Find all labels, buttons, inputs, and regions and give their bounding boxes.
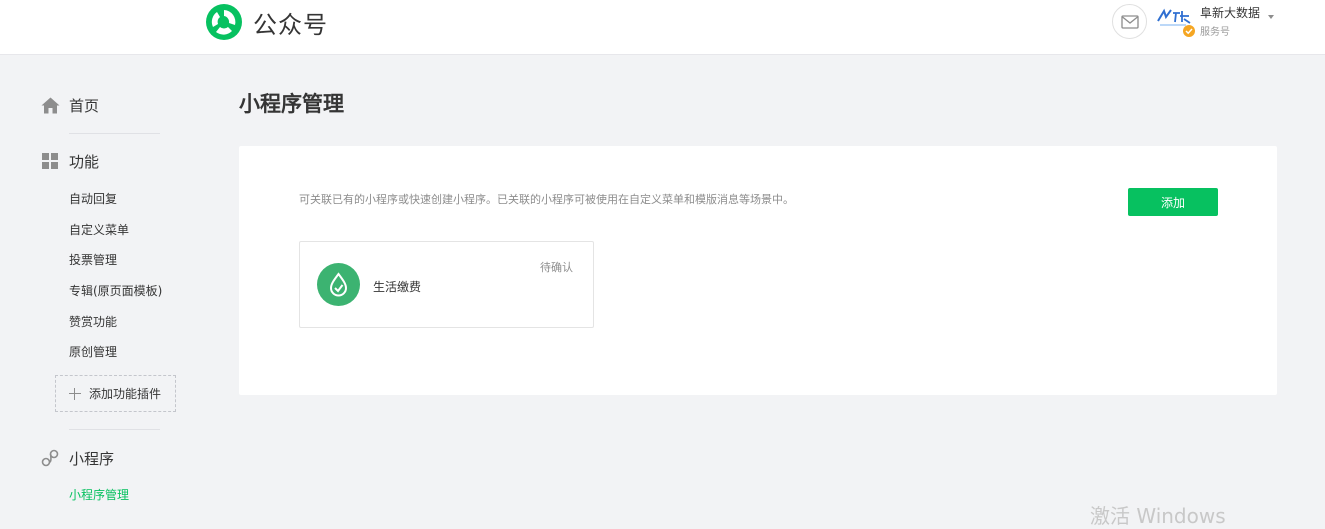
sidebar-item-home[interactable]: 首页 — [40, 94, 99, 116]
plus-icon — [69, 387, 81, 400]
product-name: 公众号 — [253, 10, 328, 39]
account-type: 服务号 — [1200, 27, 1230, 38]
grid-icon — [40, 151, 60, 171]
sidebar-divider — [69, 429, 160, 430]
account-menu[interactable]: 阜新大数据 服务号 — [1156, 3, 1286, 43]
mini-program-icon — [317, 263, 360, 306]
sidebar-divider — [69, 133, 160, 134]
add-plugin-button[interactable]: 添加功能插件 — [55, 375, 176, 412]
sidebar-section-label: 功能 — [69, 152, 100, 171]
verified-badge-icon — [1183, 25, 1195, 37]
account-name: 阜新大数据 — [1200, 6, 1261, 20]
link-icon — [40, 448, 60, 468]
windows-activation-watermark: 激活 Windows — [1090, 504, 1226, 528]
sidebar-section-label: 小程序 — [69, 449, 115, 468]
caret-down-icon — [1268, 15, 1274, 19]
sidebar-item-auto-reply[interactable]: 自动回复 — [69, 190, 117, 207]
sidebar-item-custom-menu[interactable]: 自定义菜单 — [69, 221, 129, 238]
sidebar-item-label: 首页 — [69, 96, 100, 115]
sidebar-item-album[interactable]: 专辑(原页面模板) — [69, 282, 162, 299]
home-icon — [40, 95, 60, 115]
message-button[interactable] — [1112, 4, 1147, 39]
wechat-logo-icon — [206, 4, 242, 40]
add-plugin-label: 添加功能插件 — [89, 387, 162, 401]
mail-icon — [1120, 14, 1139, 29]
panel-description: 可关联已有的小程序或快速创建小程序。已关联的小程序可被使用在自定义菜单和模版消息… — [299, 193, 794, 206]
sidebar-section-mini-program[interactable]: 小程序 — [40, 447, 114, 469]
sidebar-item-vote-management[interactable]: 投票管理 — [69, 251, 117, 268]
mini-program-card[interactable]: 生活缴费 待确认 — [299, 241, 594, 328]
sidebar-item-mini-program-management[interactable]: 小程序管理 — [69, 486, 129, 503]
mini-program-status: 待确认 — [540, 261, 573, 274]
top-header: 公众号 阜新大数据 服务号 — [0, 0, 1325, 55]
add-mini-program-button[interactable]: 添加 — [1128, 188, 1218, 216]
sidebar-section-features[interactable]: 功能 — [40, 150, 99, 172]
mini-program-panel: 可关联已有的小程序或快速创建小程序。已关联的小程序可被使用在自定义菜单和模版消息… — [239, 146, 1277, 395]
sidebar: 首页 功能 自动回复 自定义菜单 投票管理 专辑(原页面模板) 赞赏功能 原创管… — [0, 56, 200, 518]
mini-program-name: 生活缴费 — [373, 280, 422, 294]
product-logo[interactable]: 公众号 — [205, 3, 328, 41]
page-title: 小程序管理 — [239, 92, 344, 116]
sidebar-item-appreciation[interactable]: 赞赏功能 — [69, 313, 117, 330]
sidebar-item-original-management[interactable]: 原创管理 — [69, 343, 117, 360]
